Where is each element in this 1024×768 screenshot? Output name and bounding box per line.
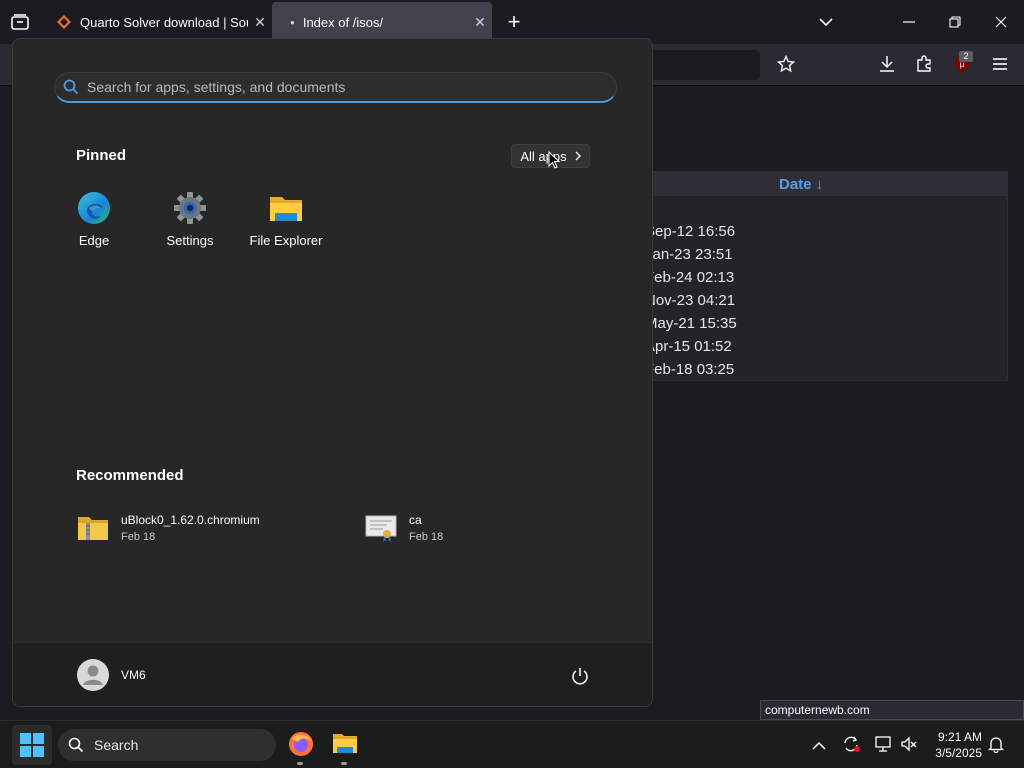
recommended-item[interactable]: ca Feb 18: [365, 513, 443, 543]
chevron-up-icon[interactable]: [812, 737, 826, 753]
clock-time: 9:21 AM: [937, 730, 982, 744]
zip-folder-icon: [77, 514, 109, 542]
taskbar-search-label: Search: [94, 737, 139, 753]
date-cell: Apr-15 01:52: [645, 338, 732, 355]
tab-overflow-chevron-icon[interactable]: [812, 8, 840, 36]
recommended-item-title: ca: [409, 513, 422, 527]
power-icon[interactable]: [571, 667, 589, 690]
tab-index-isos[interactable]: ● Index of /isos/ ✕: [272, 2, 492, 42]
tab-label: Quarto Solver download | Sourc: [80, 14, 248, 30]
extension-badge: 2: [959, 51, 973, 62]
downloads-icon[interactable]: [873, 50, 901, 78]
pinned-app-edge[interactable]: Edge: [46, 191, 142, 248]
notification-bell-icon[interactable]: [987, 735, 1005, 756]
running-indicator: [297, 762, 303, 765]
status-url: computernewb.com: [760, 700, 1024, 720]
recommended-title: Recommended: [76, 467, 184, 484]
tab-list-icon[interactable]: [6, 8, 34, 36]
table-header: Date ↓: [621, 172, 1007, 196]
running-indicator: [341, 762, 347, 765]
pinned-app-label: Edge: [78, 233, 110, 248]
sync-icon[interactable]: [842, 735, 862, 756]
file-index-table: Date ↓ Sep-12 16:56 Jan-23 23:51 Feb-24 …: [620, 171, 1008, 381]
tab-dot-icon: ●: [290, 17, 295, 27]
windows-logo-icon: [20, 733, 44, 757]
pinned-app-file-explorer[interactable]: File Explorer: [238, 191, 334, 248]
close-tab-icon[interactable]: ✕: [468, 14, 492, 31]
user-account-button[interactable]: VM6: [77, 659, 146, 691]
favicon-icon: [56, 14, 72, 30]
gear-icon: [173, 191, 207, 225]
date-cell: Jan-23 23:51: [645, 246, 733, 263]
close-window-icon[interactable]: [987, 8, 1015, 36]
restore-icon[interactable]: [941, 8, 969, 36]
recommended-item[interactable]: uBlock0_1.62.0.chromium Feb 18: [77, 513, 260, 543]
user-name: VM6: [121, 668, 146, 682]
date-cell: May-21 15:35: [645, 315, 737, 332]
recommended-item-date: Feb 18: [121, 531, 156, 543]
recommended-item-title: uBlock0_1.62.0.chromium: [121, 513, 260, 527]
date-cell: Feb-24 02:13: [645, 269, 735, 286]
date-cell: Sep-12 16:56: [645, 223, 736, 240]
edge-icon: [77, 191, 111, 225]
close-tab-icon[interactable]: ✕: [248, 14, 272, 31]
pinned-app-label: Settings: [166, 233, 214, 248]
firefox-icon[interactable]: [288, 731, 314, 762]
tab-quarto[interactable]: Quarto Solver download | Sourc ✕: [44, 2, 272, 42]
date-column-header[interactable]: Date ↓: [779, 176, 823, 193]
pinned-title: Pinned: [76, 147, 127, 164]
recommended-item-date: Feb 18: [409, 531, 444, 543]
clock-date: 3/5/2025: [935, 746, 982, 760]
network-icon[interactable]: [874, 735, 894, 756]
file-explorer-taskbar-icon[interactable]: [332, 731, 358, 760]
new-tab-button[interactable]: +: [500, 8, 528, 36]
date-cell: Feb-18 03:25: [645, 361, 735, 378]
start-menu-footer: VM6: [13, 642, 652, 706]
volume-muted-icon[interactable]: [900, 735, 918, 756]
folder-icon: [269, 191, 303, 225]
search-icon: [68, 737, 84, 753]
search-icon: [63, 79, 79, 95]
mouse-cursor-icon: [548, 150, 561, 174]
pinned-app-label: File Explorer: [249, 233, 323, 248]
taskbar: Search 9:21 AM 3/5/2025: [0, 720, 1024, 768]
date-cell: Nov-23 04:21: [645, 292, 736, 309]
start-button[interactable]: [12, 725, 52, 765]
start-menu: Pinned All apps Edge: [12, 38, 653, 707]
chevron-right-icon: [575, 151, 581, 161]
minimize-icon[interactable]: [895, 8, 923, 36]
start-search-box[interactable]: [54, 72, 617, 103]
hamburger-menu-icon[interactable]: [986, 50, 1014, 78]
taskbar-search[interactable]: Search: [58, 729, 276, 761]
avatar-icon: [77, 659, 109, 691]
search-input[interactable]: [79, 79, 616, 95]
extensions-puzzle-icon[interactable]: [910, 50, 938, 78]
taskbar-clock[interactable]: 9:21 AM 3/5/2025: [920, 729, 982, 761]
certificate-icon: [365, 513, 397, 543]
tab-label: Index of /isos/: [302, 14, 384, 30]
pinned-app-settings[interactable]: Settings: [142, 191, 238, 248]
bookmark-star-icon[interactable]: [772, 50, 800, 78]
